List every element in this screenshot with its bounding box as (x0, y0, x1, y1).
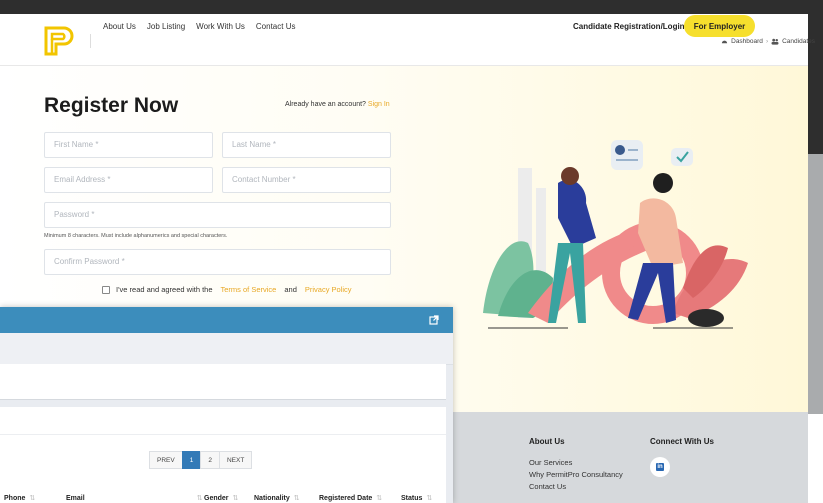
permitpro-logo-icon[interactable] (44, 26, 74, 56)
window-edge (808, 14, 823, 154)
breadcrumb-candidates: Candidates (782, 38, 815, 45)
nav-job-listing[interactable]: Job Listing (147, 22, 185, 31)
col-status-header[interactable]: Status ⇅ (401, 494, 432, 502)
breadcrumb: Dashboard › Candidates (721, 38, 815, 45)
first-name-input[interactable]: First Name * (44, 132, 213, 158)
sort-icon: ⇅ (376, 495, 383, 502)
footer-link-contact-us[interactable]: Contact Us (529, 482, 566, 491)
terms-of-service-link[interactable]: Terms of Service (221, 285, 277, 294)
dashboard-icon (722, 40, 728, 44)
pagination-page-1[interactable]: 1 (181, 451, 202, 469)
sort-icon: ⇅ (196, 495, 203, 502)
linkedin-button[interactable]: in (650, 457, 670, 477)
candidate-login-link[interactable]: Candidate Registration/Login (573, 22, 685, 31)
nav-about-us[interactable]: About Us (103, 22, 136, 31)
pagination-prev[interactable]: PREV (149, 451, 183, 469)
admin-header-bar (0, 307, 453, 333)
nav-work-with-us[interactable]: Work With Us (196, 22, 245, 31)
admin-panel-window (0, 307, 453, 503)
sort-icon: ⇅ (232, 495, 239, 502)
sort-icon: ⇅ (293, 495, 300, 502)
privacy-policy-link[interactable]: Privacy Policy (305, 285, 352, 294)
sort-icon: ⇅ (29, 495, 36, 502)
password-input[interactable]: Password * (44, 202, 391, 228)
contact-number-input[interactable]: Contact Number * (222, 167, 391, 193)
browser-top-bar (0, 0, 823, 14)
recruitment-illustration (483, 140, 748, 329)
footer-connect-heading: Connect With Us (650, 437, 714, 446)
col-phone-header[interactable]: Phone ⇅ (4, 494, 35, 502)
pagination-page-2[interactable]: 2 (200, 451, 220, 469)
site-footer (453, 412, 808, 503)
password-hint: Minimum 8 characters. Must include alpha… (44, 233, 228, 239)
confirm-password-input[interactable]: Confirm Password * (44, 249, 391, 275)
admin-content-header (0, 333, 453, 365)
pagination-next[interactable]: NEXT (218, 451, 253, 469)
footer-link-why-permitpro[interactable]: Why PermitPro Consultancy (529, 470, 623, 479)
sign-in-link[interactable]: Sign In (368, 101, 390, 108)
page-title: Register Now (44, 94, 179, 117)
agree-checkbox[interactable] (102, 285, 110, 294)
col-registered-date-header[interactable]: Registered Date ⇅ (319, 494, 382, 502)
col-nationality-header[interactable]: Nationality ⇅ (254, 494, 300, 502)
linkedin-icon: in (656, 463, 664, 471)
footer-link-our-services[interactable]: Our Services (529, 458, 572, 467)
nav-divider (90, 34, 91, 48)
last-name-input[interactable]: Last Name * (222, 132, 391, 158)
window-edge-gray (808, 154, 823, 414)
breadcrumb-dashboard[interactable]: Dashboard (731, 38, 763, 45)
col-email-header[interactable]: Email ⇅ (66, 494, 203, 502)
external-link-icon[interactable] (429, 315, 439, 325)
col-gender-header[interactable]: Gender ⇅ (204, 494, 238, 502)
terms-agreement: I've read and agreed with the Terms of S… (102, 285, 356, 294)
footer-about-heading: About Us (529, 437, 565, 446)
users-icon (771, 38, 779, 45)
email-input[interactable]: Email Address * (44, 167, 213, 193)
table-toolbar (0, 407, 446, 435)
pagination: PREV 1 2 NEXT (149, 451, 253, 469)
sort-icon: ⇅ (426, 495, 433, 502)
table-header-row: Phone ⇅ Email ⇅ Gender ⇅ Nationality ⇅ Regis… (0, 494, 446, 503)
already-account-text: Already have an account? Sign In (285, 101, 390, 108)
filter-box (0, 364, 446, 400)
for-employer-button[interactable]: For Employer (684, 15, 755, 37)
nav-contact-us[interactable]: Contact Us (256, 22, 296, 31)
nav-links: About Us Job Listing Work With Us Contac… (103, 22, 295, 31)
